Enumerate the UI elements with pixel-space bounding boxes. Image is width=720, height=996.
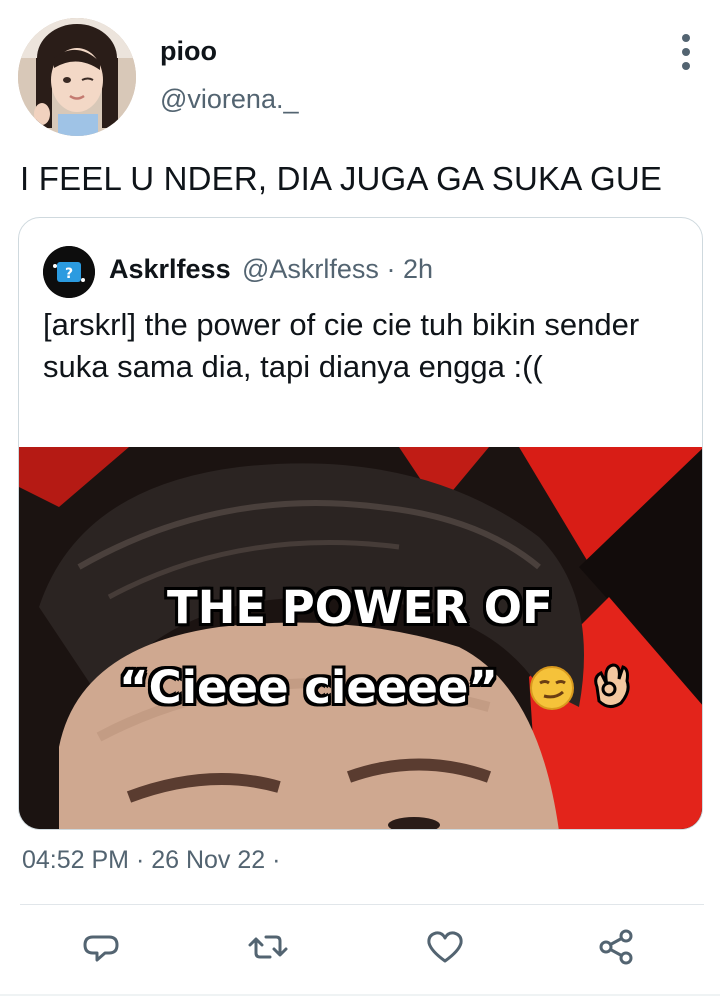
author-display-name[interactable]: pioo xyxy=(160,36,217,67)
retweet-button[interactable] xyxy=(246,925,290,969)
smirking-face-emoji-icon xyxy=(529,665,575,718)
tweet-text: I FEEL U NDER, DIA JUGA GA SUKA GUE xyxy=(20,160,663,197)
quote-author-display-name[interactable]: Askrlfess xyxy=(109,254,231,285)
ok-hand-emoji-icon xyxy=(587,657,633,718)
reply-icon xyxy=(83,935,119,962)
author-avatar[interactable] xyxy=(18,18,136,136)
quote-text: [arskrl] the power of cie cie tuh bikin … xyxy=(43,307,640,384)
more-options-icon[interactable] xyxy=(676,34,696,74)
quote-author-handle-and-time[interactable]: @Askrlfess · 2h xyxy=(242,254,433,285)
divider xyxy=(20,904,704,905)
share-button[interactable] xyxy=(594,925,638,969)
quote-author-handle[interactable]: @Askrlfess xyxy=(242,254,379,284)
quote-author-avatar[interactable]: ? xyxy=(43,246,95,298)
media-caption-line2: “Cieee cieeee” xyxy=(119,661,499,714)
heart-icon xyxy=(427,931,463,963)
quote-time: · 2h xyxy=(386,254,433,284)
like-button[interactable] xyxy=(423,925,467,969)
svg-text:?: ? xyxy=(65,266,73,282)
reply-button[interactable] xyxy=(79,925,123,969)
share-icon xyxy=(599,929,633,965)
quoted-tweet[interactable]: ? Askrlfess @Askrlfess · 2h [arskrl] the… xyxy=(18,217,703,830)
retweet-icon xyxy=(248,935,288,959)
media-caption-line1: THE POWER OF xyxy=(167,581,553,634)
quote-media-image[interactable]: THE POWER OF “Cieee cieeee” xyxy=(19,447,702,829)
author-handle[interactable]: @viorena._ xyxy=(160,84,298,115)
tweet-timestamp[interactable]: 04:52 PM · 26 Nov 22 · xyxy=(22,846,280,875)
